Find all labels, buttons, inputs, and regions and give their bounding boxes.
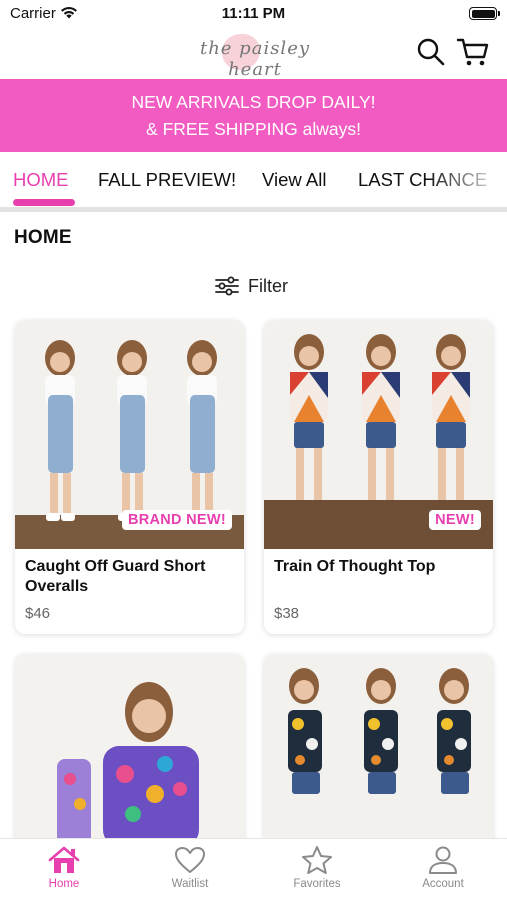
product-title[interactable]: Train Of Thought Top (274, 557, 484, 577)
clock: 11:11 PM (221, 5, 286, 22)
promo-line-1: NEW ARRIVALS DROP DAILY! (131, 92, 376, 112)
tab-view-all[interactable]: View All (262, 169, 326, 191)
sliders-icon (215, 276, 239, 296)
nav-label-favorites: Favorites (293, 878, 341, 890)
tab-home[interactable]: HOME (13, 169, 69, 191)
nav-home[interactable]: Home (14, 845, 114, 890)
nav-waitlist[interactable]: Waitlist (140, 845, 240, 890)
category-tabs: HOME FALL PREVIEW! View All LAST CHANCE (0, 152, 507, 212)
heart-icon (175, 847, 205, 873)
product-image[interactable]: NEW! (264, 320, 493, 549)
home-icon (48, 846, 80, 873)
nav-account[interactable]: Account (393, 845, 493, 890)
tab-fall-preview[interactable]: FALL PREVIEW! (98, 169, 236, 191)
nav-favorites[interactable]: Favorites (267, 845, 367, 890)
product-price: $46 (25, 605, 51, 622)
promo-banner[interactable]: NEW ARRIVALS DROP DAILY! & FREE SHIPPING… (0, 79, 507, 152)
status-bar: Carrier 11:11 PM (0, 0, 507, 28)
brand-logo[interactable]: the paisley heart (180, 30, 330, 80)
nav-label-home: Home (48, 878, 80, 890)
page-title: HOME (14, 227, 72, 248)
logo-text: the paisley heart (199, 38, 311, 80)
product-card[interactable] (264, 654, 493, 854)
filter-label: Filter (248, 275, 288, 296)
search-icon (417, 38, 445, 66)
cart-button[interactable] (456, 36, 490, 68)
star-icon (302, 846, 332, 874)
product-badge: NEW! (429, 510, 481, 530)
bottom-tab-bar: Home Waitlist Favorites Account (0, 838, 507, 900)
nav-label-waitlist: Waitlist (171, 878, 209, 890)
product-badge: BRAND NEW! (121, 510, 232, 530)
battery-icon (469, 7, 500, 20)
promo-line-2: & FREE SHIPPING always! (146, 119, 361, 139)
search-button[interactable] (416, 36, 446, 68)
tab-last-chance[interactable]: LAST CHANCE (358, 169, 487, 191)
product-image[interactable] (15, 654, 244, 854)
product-title[interactable]: Caught Off Guard Short Overalls (25, 557, 235, 597)
product-image[interactable]: BRAND NEW! (15, 320, 244, 549)
product-card[interactable]: NEW! Train Of Thought Top $38 (264, 320, 493, 634)
active-tab-indicator (13, 199, 75, 206)
product-card[interactable]: BRAND NEW! Caught Off Guard Short Overal… (15, 320, 244, 634)
filter-button[interactable]: Filter (215, 272, 288, 300)
product-card[interactable] (15, 654, 244, 854)
app-header: the paisley heart (0, 28, 507, 80)
person-icon (429, 846, 457, 874)
product-price: $38 (274, 605, 300, 622)
product-image[interactable] (264, 654, 493, 854)
tab-divider (0, 207, 507, 212)
cart-icon (456, 38, 489, 66)
nav-label-account: Account (422, 878, 464, 890)
